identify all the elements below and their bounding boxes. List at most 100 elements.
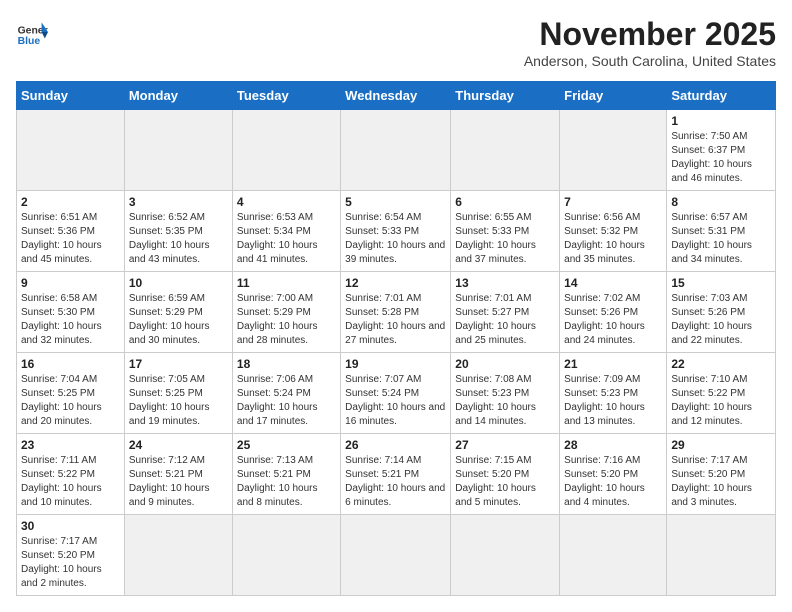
day-number: 4	[237, 195, 336, 209]
day-number: 2	[21, 195, 120, 209]
day-info: Sunrise: 6:52 AMSunset: 5:35 PMDaylight:…	[129, 211, 228, 267]
calendar-cell: 5 Sunrise: 6:54 AMSunset: 5:33 PMDaylight…	[341, 191, 451, 272]
calendar-cell: 24 Sunrise: 7:12 AMSunset: 5:21 PMDayligh…	[124, 434, 232, 515]
logo-icon: General Blue	[16, 16, 48, 48]
day-number: 3	[129, 195, 228, 209]
day-info: Sunrise: 7:02 AMSunset: 5:26 PMDaylight:…	[564, 292, 662, 348]
day-number: 5	[345, 195, 446, 209]
day-number: 23	[21, 438, 120, 452]
calendar-cell	[232, 515, 340, 596]
calendar-week-1: 1 Sunrise: 7:50 AMSunset: 6:37 PMDaylight…	[17, 110, 776, 191]
day-number: 1	[671, 114, 771, 128]
title-block: November 2025 Anderson, South Carolina, …	[524, 16, 776, 69]
calendar-cell	[451, 515, 560, 596]
day-info: Sunrise: 7:06 AMSunset: 5:24 PMDaylight:…	[237, 373, 336, 429]
day-info: Sunrise: 6:57 AMSunset: 5:31 PMDaylight:…	[671, 211, 771, 267]
day-number: 28	[564, 438, 662, 452]
day-info: Sunrise: 7:17 AMSunset: 5:20 PMDaylight:…	[21, 535, 120, 591]
day-info: Sunrise: 6:54 AMSunset: 5:33 PMDaylight:…	[345, 211, 446, 267]
day-info: Sunrise: 6:51 AMSunset: 5:36 PMDaylight:…	[21, 211, 120, 267]
calendar-cell: 10 Sunrise: 6:59 AMSunset: 5:29 PMDayligh…	[124, 272, 232, 353]
calendar-cell	[560, 110, 667, 191]
calendar-cell	[560, 515, 667, 596]
day-info: Sunrise: 7:05 AMSunset: 5:25 PMDaylight:…	[129, 373, 228, 429]
day-number: 26	[345, 438, 446, 452]
calendar-cell: 3 Sunrise: 6:52 AMSunset: 5:35 PMDaylight…	[124, 191, 232, 272]
weekday-header-tuesday: Tuesday	[232, 82, 340, 110]
day-info: Sunrise: 7:14 AMSunset: 5:21 PMDaylight:…	[345, 454, 446, 510]
day-number: 30	[21, 519, 120, 533]
calendar-cell	[124, 515, 232, 596]
day-info: Sunrise: 6:53 AMSunset: 5:34 PMDaylight:…	[237, 211, 336, 267]
day-number: 25	[237, 438, 336, 452]
day-info: Sunrise: 7:07 AMSunset: 5:24 PMDaylight:…	[345, 373, 446, 429]
day-number: 7	[564, 195, 662, 209]
calendar-cell: 15 Sunrise: 7:03 AMSunset: 5:26 PMDayligh…	[667, 272, 776, 353]
day-number: 18	[237, 357, 336, 371]
day-number: 27	[455, 438, 555, 452]
day-number: 10	[129, 276, 228, 290]
day-info: Sunrise: 7:11 AMSunset: 5:22 PMDaylight:…	[21, 454, 120, 510]
calendar-cell: 21Sunrise: 7:09 AMSunset: 5:23 PMDayligh…	[560, 353, 667, 434]
day-info: Sunrise: 7:50 AMSunset: 6:37 PMDaylight:…	[671, 130, 771, 186]
day-info: Sunrise: 7:08 AMSunset: 5:23 PMDaylight:…	[455, 373, 555, 429]
calendar-cell	[17, 110, 125, 191]
calendar-week-6: 30 Sunrise: 7:17 AMSunset: 5:20 PMDayligh…	[17, 515, 776, 596]
day-info: Sunrise: 7:03 AMSunset: 5:26 PMDaylight:…	[671, 292, 771, 348]
day-number: 19	[345, 357, 446, 371]
day-info: Sunrise: 6:56 AMSunset: 5:32 PMDaylight:…	[564, 211, 662, 267]
calendar-cell	[667, 515, 776, 596]
day-number: 15	[671, 276, 771, 290]
day-number: 24	[129, 438, 228, 452]
day-info: Sunrise: 7:04 AMSunset: 5:25 PMDaylight:…	[21, 373, 120, 429]
weekday-header-thursday: Thursday	[451, 82, 560, 110]
calendar-cell: 6Sunrise: 6:55 AMSunset: 5:33 PMDaylight…	[451, 191, 560, 272]
svg-text:Blue: Blue	[18, 36, 41, 47]
day-number: 17	[129, 357, 228, 371]
day-number: 22	[671, 357, 771, 371]
day-info: Sunrise: 7:01 AMSunset: 5:28 PMDaylight:…	[345, 292, 446, 348]
calendar-cell: 27Sunrise: 7:15 AMSunset: 5:20 PMDayligh…	[451, 434, 560, 515]
day-number: 13	[455, 276, 555, 290]
day-info: Sunrise: 7:17 AMSunset: 5:20 PMDaylight:…	[671, 454, 771, 510]
weekday-header-saturday: Saturday	[667, 82, 776, 110]
calendar-cell	[341, 110, 451, 191]
day-info: Sunrise: 6:58 AMSunset: 5:30 PMDaylight:…	[21, 292, 120, 348]
calendar-cell: 17 Sunrise: 7:05 AMSunset: 5:25 PMDayligh…	[124, 353, 232, 434]
location: Anderson, South Carolina, United States	[524, 53, 776, 69]
calendar-cell: 4 Sunrise: 6:53 AMSunset: 5:34 PMDaylight…	[232, 191, 340, 272]
calendar-cell: 14 Sunrise: 7:02 AMSunset: 5:26 PMDayligh…	[560, 272, 667, 353]
calendar-table: SundayMondayTuesdayWednesdayThursdayFrid…	[16, 81, 776, 596]
day-number: 12	[345, 276, 446, 290]
calendar-week-2: 2 Sunrise: 6:51 AMSunset: 5:36 PMDaylight…	[17, 191, 776, 272]
calendar-cell	[232, 110, 340, 191]
day-number: 20	[455, 357, 555, 371]
day-number: 14	[564, 276, 662, 290]
day-number: 9	[21, 276, 120, 290]
weekday-header-friday: Friday	[560, 82, 667, 110]
day-info: Sunrise: 7:01 AMSunset: 5:27 PMDaylight:…	[455, 292, 555, 348]
calendar-week-3: 9 Sunrise: 6:58 AMSunset: 5:30 PMDaylight…	[17, 272, 776, 353]
day-info: Sunrise: 7:12 AMSunset: 5:21 PMDaylight:…	[129, 454, 228, 510]
calendar-cell: 22 Sunrise: 7:10 AMSunset: 5:22 PMDayligh…	[667, 353, 776, 434]
calendar-cell: 12 Sunrise: 7:01 AMSunset: 5:28 PMDayligh…	[341, 272, 451, 353]
day-info: Sunrise: 6:59 AMSunset: 5:29 PMDaylight:…	[129, 292, 228, 348]
calendar-cell: 26 Sunrise: 7:14 AMSunset: 5:21 PMDayligh…	[341, 434, 451, 515]
calendar-cell	[124, 110, 232, 191]
calendar-cell: 20 Sunrise: 7:08 AMSunset: 5:23 PMDayligh…	[451, 353, 560, 434]
weekday-header-monday: Monday	[124, 82, 232, 110]
calendar-cell: 9 Sunrise: 6:58 AMSunset: 5:30 PMDaylight…	[17, 272, 125, 353]
calendar-cell: 16Sunrise: 7:04 AMSunset: 5:25 PMDayligh…	[17, 353, 125, 434]
calendar-cell: 19 Sunrise: 7:07 AMSunset: 5:24 PMDayligh…	[341, 353, 451, 434]
day-number: 11	[237, 276, 336, 290]
day-number: 8	[671, 195, 771, 209]
weekday-header-wednesday: Wednesday	[341, 82, 451, 110]
calendar-cell: 28Sunrise: 7:16 AMSunset: 5:20 PMDayligh…	[560, 434, 667, 515]
weekday-header-sunday: Sunday	[17, 82, 125, 110]
calendar-cell: 18 Sunrise: 7:06 AMSunset: 5:24 PMDayligh…	[232, 353, 340, 434]
calendar-week-5: 23 Sunrise: 7:11 AMSunset: 5:22 PMDayligh…	[17, 434, 776, 515]
day-number: 29	[671, 438, 771, 452]
calendar-cell: 7 Sunrise: 6:56 AMSunset: 5:32 PMDaylight…	[560, 191, 667, 272]
calendar-cell: 23 Sunrise: 7:11 AMSunset: 5:22 PMDayligh…	[17, 434, 125, 515]
day-info: Sunrise: 7:10 AMSunset: 5:22 PMDaylight:…	[671, 373, 771, 429]
